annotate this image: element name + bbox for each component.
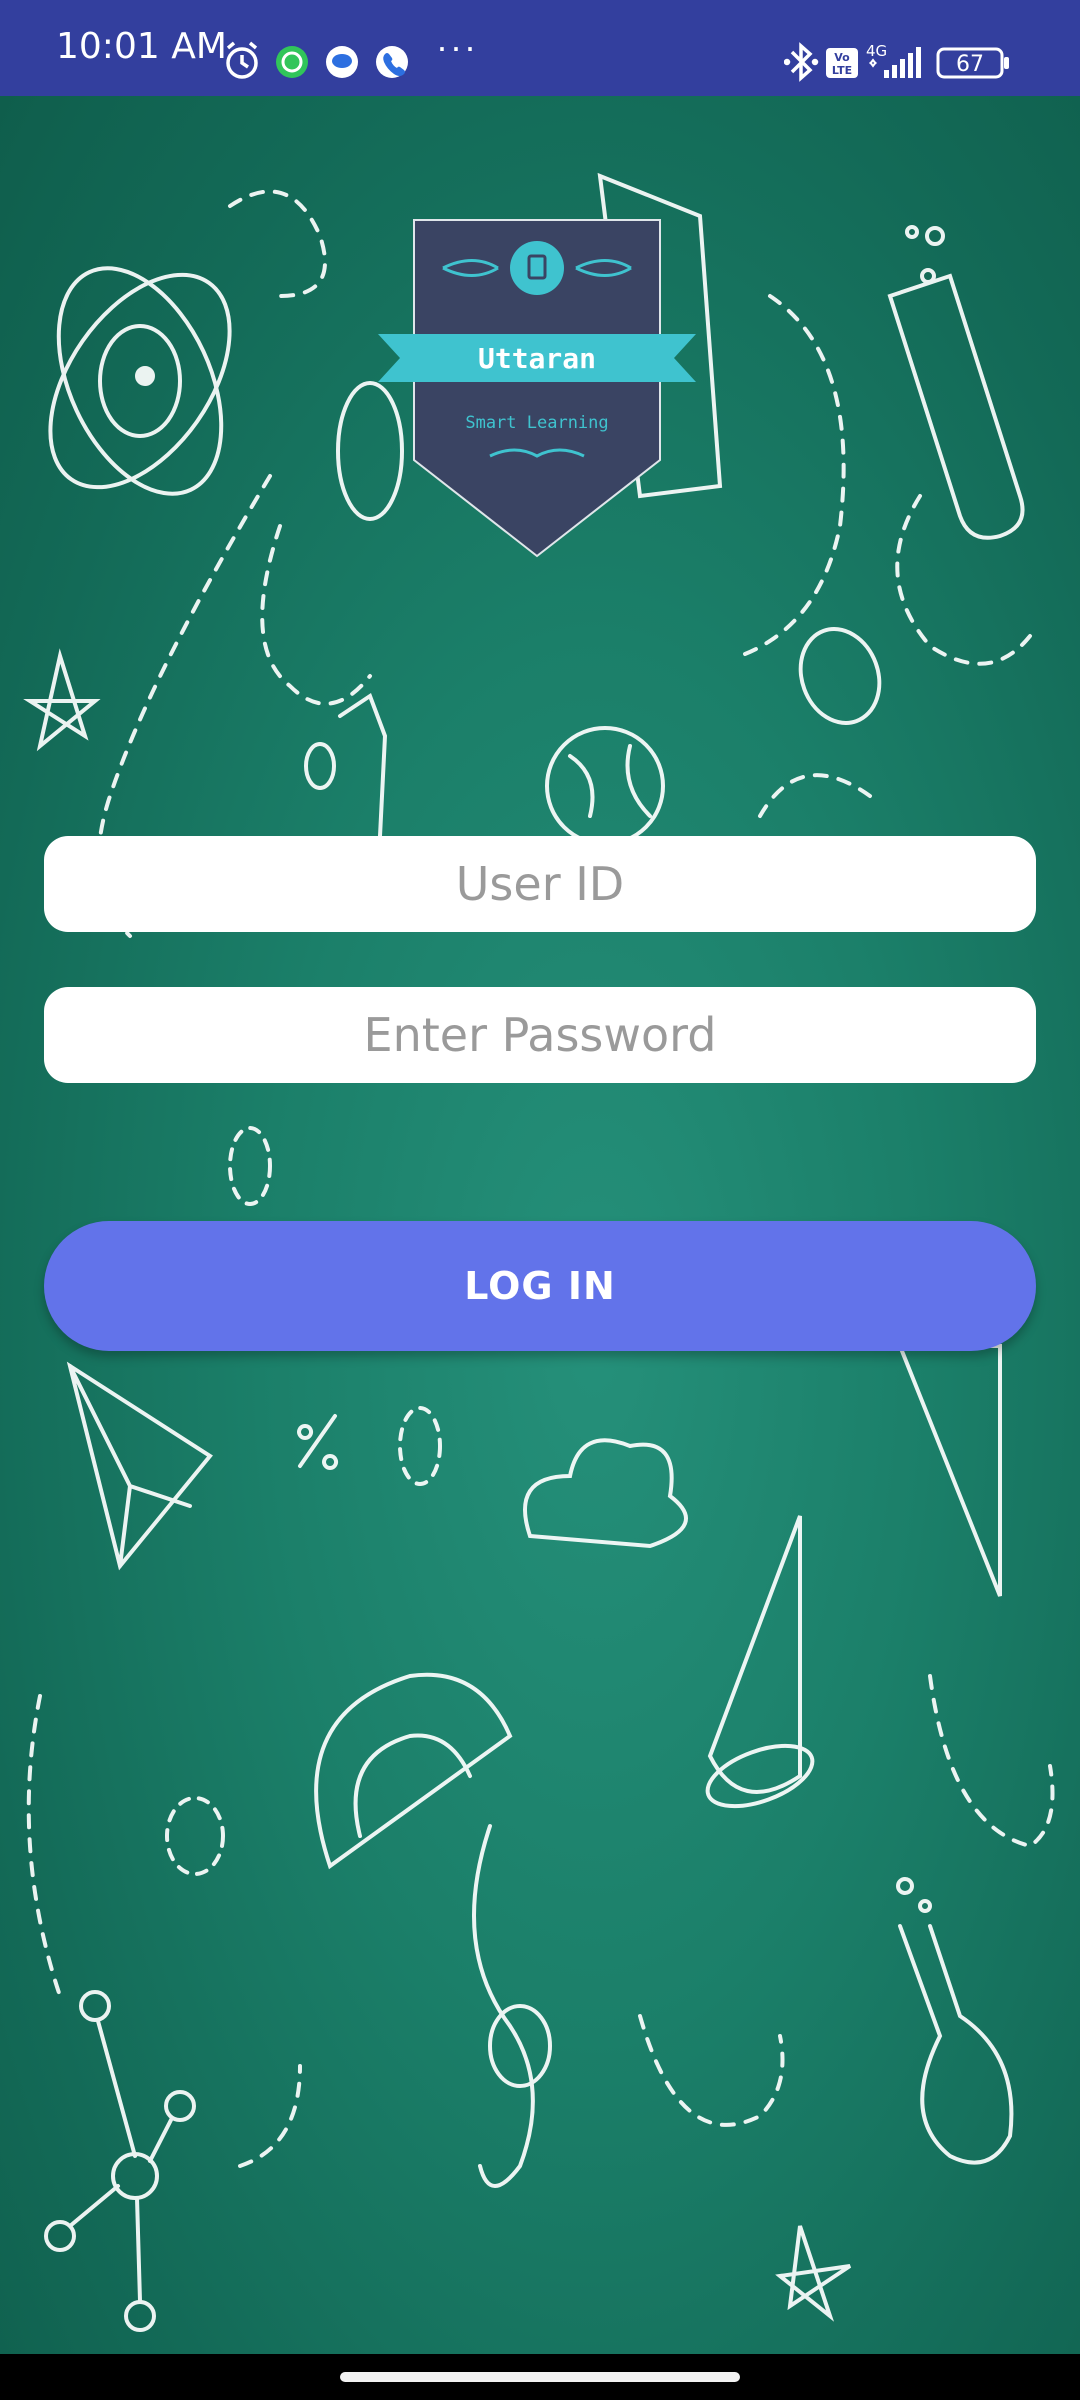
star-doodle-2 bbox=[775, 2225, 852, 2322]
user-id-field-container bbox=[44, 835, 1036, 933]
music-note-doodle bbox=[304, 692, 388, 838]
flask-doodle bbox=[896, 1877, 1014, 2165]
treble-clef-doodle bbox=[472, 1824, 552, 2188]
cone-doodle bbox=[705, 1515, 815, 1809]
globe-doodle bbox=[545, 726, 665, 846]
svg-text:Vo: Vo bbox=[834, 51, 850, 64]
volte-icon: Vo LTE bbox=[826, 48, 858, 78]
messages-icon bbox=[326, 46, 358, 78]
percent-doodle bbox=[297, 1414, 339, 1470]
network-type: 4G bbox=[866, 42, 887, 60]
cloud-doodle bbox=[523, 1438, 688, 1549]
user-id-input[interactable] bbox=[44, 835, 1036, 933]
uttaran-logo: Uttaran Smart Learning bbox=[378, 219, 696, 558]
molecule-doodle bbox=[44, 1990, 196, 2332]
phone-icon bbox=[376, 46, 408, 78]
star-doodle bbox=[23, 648, 101, 752]
system-icons: Vo LTE 4G 67 bbox=[784, 40, 1024, 84]
battery-icon: 67 bbox=[936, 47, 1009, 79]
bluetooth-icon bbox=[784, 42, 819, 82]
navigation-bar bbox=[0, 2354, 1080, 2400]
svg-text:LTE: LTE bbox=[832, 64, 852, 77]
signal-icon: 4G bbox=[866, 42, 921, 78]
home-gesture-handle[interactable] bbox=[340, 2372, 740, 2382]
triangle-ruler-doodle bbox=[897, 1344, 1002, 1597]
password-field-container bbox=[44, 986, 1036, 1084]
status-time: 10:01 AM bbox=[56, 26, 227, 67]
logo-name: Uttaran bbox=[478, 342, 596, 375]
protractor-doodle bbox=[314, 1672, 513, 1870]
alarm-icon bbox=[226, 41, 258, 79]
shell-doodle bbox=[798, 627, 882, 725]
whatsapp-icon bbox=[276, 46, 308, 78]
paper-plane-doodle bbox=[66, 1361, 213, 1571]
status-bar: 10:01 AM ··· Vo LTE 4G 67 bbox=[0, 0, 1080, 96]
logo-tagline: Smart Learning bbox=[465, 413, 608, 433]
battery-level: 67 bbox=[956, 52, 984, 77]
login-button[interactable]: LOG IN bbox=[44, 1221, 1036, 1351]
atom-doodle bbox=[48, 266, 232, 496]
test-tube-doodle bbox=[887, 225, 1025, 540]
password-input[interactable] bbox=[44, 986, 1036, 1084]
more-notifications-icon: ··· bbox=[436, 26, 478, 67]
